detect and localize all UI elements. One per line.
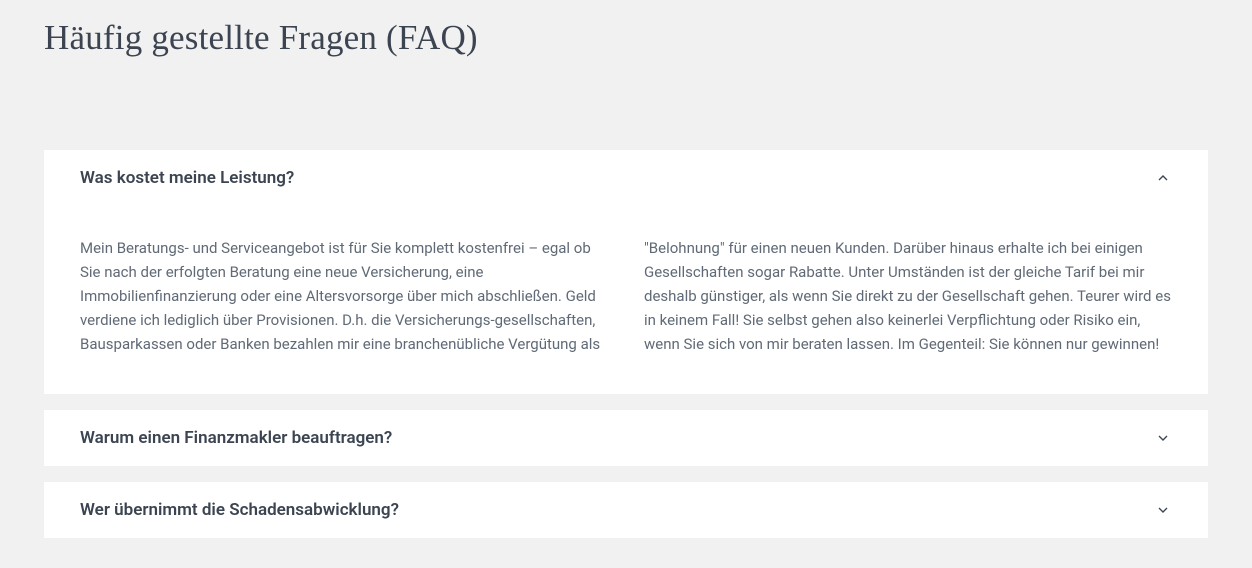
faq-question: Warum einen Finanzmakler beauftragen? [80, 428, 392, 448]
faq-toggle[interactable]: Was kostet meine Leistung? [44, 150, 1208, 206]
faq-accordion: Was kostet meine Leistung? Mein Beratung… [44, 150, 1208, 538]
faq-toggle[interactable]: Warum einen Finanzmakler beauftragen? [44, 410, 1208, 466]
faq-toggle[interactable]: Wer übernimmt die Schadensabwicklung? [44, 482, 1208, 538]
faq-item: Was kostet meine Leistung? Mein Beratung… [44, 150, 1208, 394]
chevron-down-icon [1154, 501, 1172, 519]
faq-item: Wer übernimmt die Schadensabwicklung? [44, 482, 1208, 538]
chevron-down-icon [1154, 429, 1172, 447]
faq-question: Wer übernimmt die Schadensabwicklung? [80, 500, 399, 520]
faq-answer: Mein Beratungs- und Serviceangebot ist f… [44, 206, 1208, 394]
faq-item: Warum einen Finanzmakler beauftragen? [44, 410, 1208, 466]
page-title: Häufig gestellte Fragen (FAQ) [44, 18, 1208, 58]
faq-question: Was kostet meine Leistung? [80, 168, 294, 188]
chevron-up-icon [1154, 169, 1172, 187]
